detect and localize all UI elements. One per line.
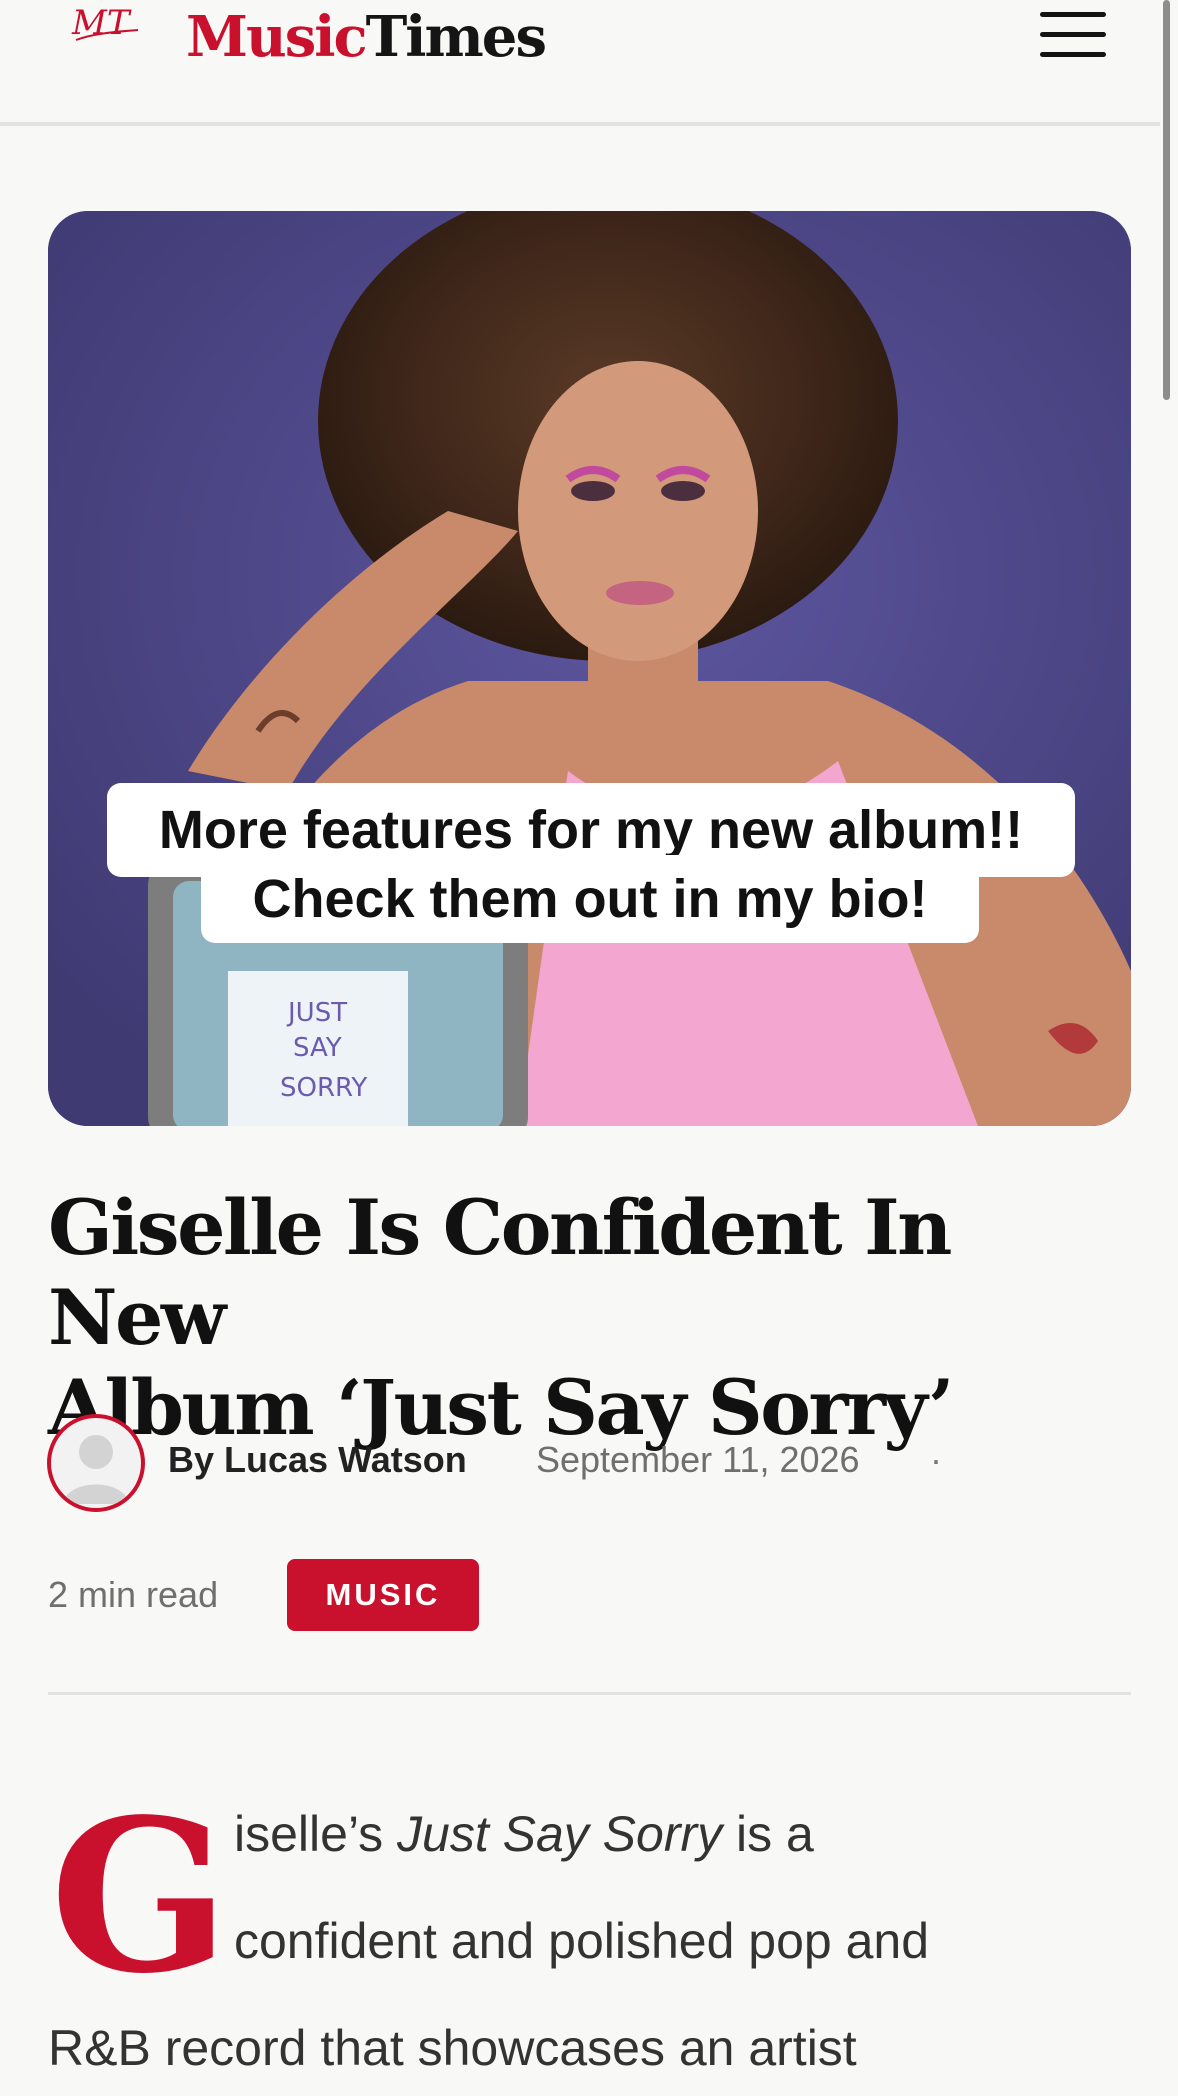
hero-image[interactable]: JUST SAY SORRY More features for my new …: [48, 211, 1131, 1126]
drop-cap: G: [50, 1773, 230, 2020]
music-times-logo-mark[interactable]: MT: [68, 4, 144, 60]
tv-sign-text-3: SORRY: [280, 1073, 367, 1103]
body-line-1-prefix: iselle’s: [234, 1806, 398, 1862]
tv-sign-text-2: SAY: [293, 1033, 342, 1063]
brand-wordmark[interactable]: MusicTimes: [186, 4, 547, 70]
default-user-avatar-icon: [63, 1435, 129, 1504]
author-avatar[interactable]: [47, 1414, 145, 1512]
album-title-italic: Just Say Sorry: [397, 1806, 723, 1862]
body-line-3: R&B record that showcases an artist: [48, 2020, 857, 2076]
category-tag-music[interactable]: MUSIC: [287, 1559, 479, 1631]
caption-line-2: Check them out in my bio!: [201, 855, 979, 943]
article-title-line-1: Giselle Is Confident In New: [48, 1183, 952, 1362]
author-name[interactable]: By Lucas Watson: [168, 1438, 467, 1482]
body-line-1: iselle’s Just Say Sorry is a: [234, 1804, 814, 1864]
meta-divider: [48, 1692, 1131, 1695]
brand-times: Times: [365, 4, 547, 70]
meta-separator: ·: [930, 1439, 942, 1480]
read-time: 2 min read: [48, 1574, 219, 1615]
tv-sign-text-1: JUST: [286, 998, 347, 1028]
body-line-2: confident and polished pop and: [234, 1913, 930, 1969]
site-header: MT MusicTimes: [0, 0, 1160, 126]
article-title: Giselle Is Confident In New Album ‘Just …: [48, 1183, 1138, 1453]
logo-mark-text: MT: [71, 4, 132, 43]
hero-photo: JUST SAY SORRY: [48, 211, 1131, 1126]
publish-date: September 11, 2026: [536, 1439, 860, 1480]
page-scrollbar[interactable]: [1162, 0, 1172, 2096]
scrollbar-thumb[interactable]: [1163, 0, 1170, 400]
menu-button[interactable]: [1036, 6, 1110, 62]
brand-music: Music: [186, 4, 368, 70]
body-line-1-suffix: is a: [722, 1806, 814, 1862]
